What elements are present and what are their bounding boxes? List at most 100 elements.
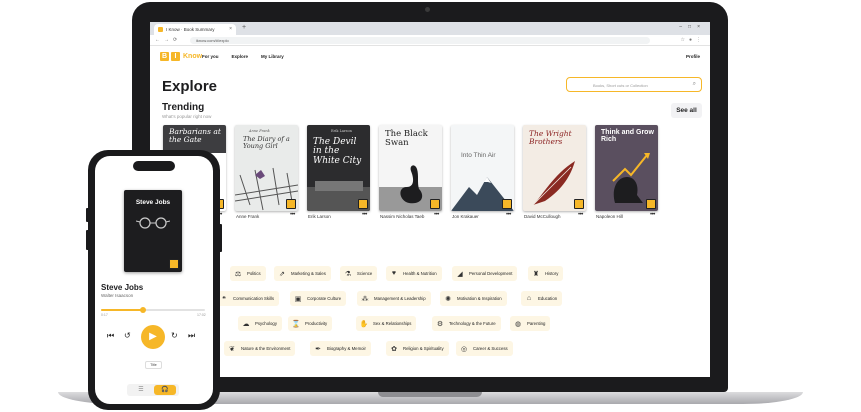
category-nature[interactable]: ❦ Nature & the Environment	[224, 341, 296, 356]
url-field[interactable]: iknow.com/#/explo	[190, 37, 650, 44]
network-icon: ⁂	[361, 295, 369, 303]
category-parenting[interactable]: ◍ Parenting	[510, 316, 551, 331]
hands-icon: ✋	[359, 320, 369, 328]
address-bar: ←→⟳ iknow.com/#/explo ☆●⋮	[150, 35, 710, 46]
book-author: David McCullough	[524, 214, 561, 219]
nav-arrows-icon[interactable]: ←→⟳	[155, 37, 181, 43]
category-health[interactable]: ♥ Health & Nutrition	[386, 266, 442, 281]
profile-link[interactable]: Profile	[686, 54, 700, 59]
book-title: The Black Swan	[385, 129, 428, 148]
category-label: Corporate Culture	[307, 296, 342, 301]
leaf-icon: ❦	[229, 345, 235, 353]
quill-icon: ✒	[315, 345, 321, 353]
category-education[interactable]: ⌂ Education	[521, 291, 563, 306]
category-productivity[interactable]: ⌛ Productivity	[288, 316, 333, 331]
category-management[interactable]: ⁂ Management & Leadership	[357, 291, 431, 306]
search-input[interactable]: Books, Short cuts or Collection ⌕	[566, 77, 702, 92]
category-career[interactable]: ◎ Career & Success	[456, 341, 513, 356]
logo[interactable]: B I Know	[160, 52, 202, 61]
play-button[interactable]: ▶	[141, 325, 165, 349]
logo-text: Know	[183, 53, 203, 60]
growth-icon: ◢	[457, 270, 463, 278]
cover-title: Steve Jobs	[135, 199, 171, 206]
category-label: Parenting	[527, 321, 546, 326]
book-cover-diary[interactable]: Anne Frank The Diary of a Young Girl	[235, 125, 298, 211]
page-title: Explore	[162, 78, 218, 95]
trending-title: Trending	[162, 102, 205, 113]
browser-menu-icon[interactable]: ☆●⋮	[680, 37, 705, 43]
chat-icon: ❝	[222, 295, 226, 303]
book-cover-into-thin-air[interactable]: Into Thin Air	[451, 125, 514, 211]
progress-handle[interactable]	[140, 307, 146, 313]
trending-subtitle: What's popular right now	[162, 114, 212, 119]
more-options-icon[interactable]: •••	[434, 212, 439, 218]
category-personal-development[interactable]: ◢ Personal Development	[452, 266, 518, 281]
more-options-icon[interactable]: •••	[290, 212, 295, 218]
category-relationships[interactable]: ✋ Sex & Relationships	[356, 316, 417, 331]
category-religion[interactable]: ✿ Religion & Spirituality	[386, 341, 449, 356]
summary-badge-icon	[169, 259, 179, 269]
category-motivation[interactable]: ✺ Motivation & Inspiration	[440, 291, 507, 306]
book-title: The Diary of a Young Girl	[243, 135, 290, 150]
search-icon: ⌕	[692, 81, 696, 87]
category-label: Education	[538, 296, 558, 301]
category-label: Nature & the Environment	[241, 346, 291, 351]
category-science[interactable]: ⚗ Science	[340, 266, 378, 281]
category-biography[interactable]: ✒ Biography & Memoir	[310, 341, 371, 356]
nav-my-library[interactable]: My Library	[261, 54, 284, 59]
category-history[interactable]: ♜ History	[528, 266, 564, 281]
book-title: The Wright Brothers	[529, 129, 572, 146]
brain-icon: ☁	[242, 320, 250, 328]
graduation-icon: ⌂	[526, 295, 532, 302]
category-communication[interactable]: ❝ Communication Skills	[216, 291, 280, 306]
text-mode-icon[interactable]: ☰	[130, 385, 152, 395]
book-pre: Anne Frank	[249, 129, 270, 133]
chart-icon: ⇗	[279, 270, 285, 278]
summary-badge-icon	[502, 199, 512, 209]
laptop-notch	[378, 392, 482, 397]
hourglass-icon: ⌛	[291, 320, 301, 328]
book-cover-devil[interactable]: Erik Larson The Devil in the White City	[307, 125, 370, 211]
cog-icon: ⚙	[436, 320, 444, 328]
category-psychology[interactable]: ☁ Psychology	[238, 316, 282, 331]
book-author: Anne Frank	[236, 214, 260, 219]
camera-icon	[425, 7, 430, 12]
browser-tabbar: I Know · Book Summary × + –□×	[150, 22, 710, 35]
forward-icon[interactable]: ↻	[171, 331, 178, 340]
category-technology[interactable]: ⚙ Technology & the Future	[432, 316, 501, 331]
category-label: Marketing & Sales	[291, 271, 326, 276]
window-controls[interactable]: –□×	[679, 24, 706, 30]
browser-tab[interactable]: I Know · Book Summary ×	[154, 24, 236, 35]
new-tab-icon[interactable]: +	[242, 24, 246, 31]
previous-icon[interactable]: ⏮	[107, 331, 114, 341]
category-label: Science	[357, 271, 373, 276]
more-options-icon[interactable]: •••	[362, 212, 367, 218]
category-label: Personal Development	[469, 271, 513, 276]
category-label: Technology & the Future	[449, 321, 496, 326]
audio-mode-icon[interactable]: 🎧	[154, 385, 176, 395]
category-marketing[interactable]: ⇗ Marketing & Sales	[274, 266, 331, 281]
book-cover-black-swan[interactable]: The Black Swan	[379, 125, 442, 211]
category-label: Communication Skills	[233, 296, 275, 301]
category-label: Motivation & Inspiration	[457, 296, 502, 301]
more-options-icon[interactable]: •••	[578, 212, 583, 218]
nav-for-you[interactable]: For you	[202, 54, 219, 59]
category-label: Health & Nutrition	[403, 271, 437, 276]
category-label: Productivity	[305, 321, 328, 326]
book-cover-think-grow-rich[interactable]: Think and Grow Rich	[595, 125, 658, 211]
category-politics[interactable]: ⚖ Politics	[230, 266, 266, 281]
more-options-icon[interactable]: •••	[506, 212, 511, 218]
player-title: Steve Jobs	[101, 283, 144, 292]
next-icon[interactable]: ⏭	[188, 331, 195, 341]
book-title: Into Thin Air	[461, 152, 496, 159]
favicon-icon	[158, 27, 163, 32]
rewind-icon[interactable]: ↺	[124, 331, 131, 340]
time-total: 17:02	[197, 313, 206, 317]
nav-explore[interactable]: Explore	[232, 54, 249, 59]
more-options-icon[interactable]: •••	[650, 212, 655, 218]
category-corporate-culture[interactable]: ▣ Corporate Culture	[290, 291, 347, 306]
book-cover-wright-brothers[interactable]: The Wright Brothers	[523, 125, 586, 211]
title-tag[interactable]: Title	[145, 361, 162, 369]
close-icon[interactable]: ×	[229, 26, 232, 32]
see-all-button[interactable]: See all	[671, 103, 702, 118]
